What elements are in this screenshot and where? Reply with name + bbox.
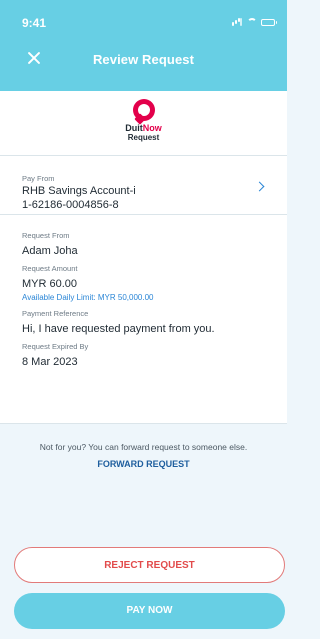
request-amount-label: Request Amount: [22, 264, 78, 273]
request-expiry-label: Request Expired By: [22, 342, 89, 351]
forward-request-link[interactable]: FORWARD REQUEST: [0, 459, 287, 469]
forward-text: Not for you? You can forward request to …: [39, 442, 248, 452]
payment-reference-label: Payment Reference: [22, 309, 89, 318]
forward-section: Not for you? You can forward request to …: [0, 424, 287, 541]
logo-title: DuitNow: [114, 123, 174, 133]
status-icons: [231, 18, 277, 26]
request-expiry-value: 8 Mar 2023: [22, 356, 78, 368]
reject-request-button[interactable]: REJECT REQUEST: [14, 547, 285, 583]
logo-title-now: Now: [142, 123, 162, 133]
request-details-section: Request From Adam Joha Request Amount MY…: [0, 215, 287, 424]
duitnow-icon: [132, 99, 155, 121]
pay-from-section[interactable]: Pay From RHB Savings Account-i 1-62186-0…: [0, 156, 287, 215]
actions: REJECT REQUEST PAY NOW: [0, 539, 287, 639]
request-from-block: Request From Adam Joha: [22, 231, 265, 258]
account-name: RHB Savings Account-i: [22, 185, 136, 197]
status-time: 9:41: [22, 16, 47, 30]
payment-reference-block: Payment Reference Hi, I have requested p…: [22, 309, 265, 336]
pay-now-button[interactable]: PAY NOW: [14, 593, 285, 629]
logo-subtitle: Request: [127, 133, 160, 142]
payment-reference-value: Hi, I have requested payment from you.: [22, 323, 215, 335]
wifi-icon: [247, 18, 257, 26]
request-expiry-block: Request Expired By 8 Mar 2023: [22, 342, 265, 369]
logo-section: DuitNow Request: [0, 91, 287, 156]
review-request-screen: 9:41 Review Request DuitNow Request Pay …: [0, 0, 287, 639]
account-number: 1-62186-0004856-8: [22, 199, 119, 211]
daily-limit-text: Available Daily Limit: MYR 50,000.00: [22, 293, 154, 302]
pay-from-label: Pay From: [22, 174, 55, 183]
request-from-label: Request From: [22, 231, 70, 240]
request-amount-block: Request Amount MYR 60.00 Available Daily…: [22, 264, 265, 303]
duitnow-logo: DuitNow Request: [114, 99, 174, 142]
top-bar: 9:41 Review Request: [0, 0, 287, 91]
signal-icon: [231, 18, 243, 26]
request-from-value: Adam Joha: [22, 245, 78, 257]
request-amount-value: MYR 60.00: [22, 278, 78, 290]
page-title: Review Request: [92, 52, 195, 67]
battery-icon: [261, 18, 277, 26]
